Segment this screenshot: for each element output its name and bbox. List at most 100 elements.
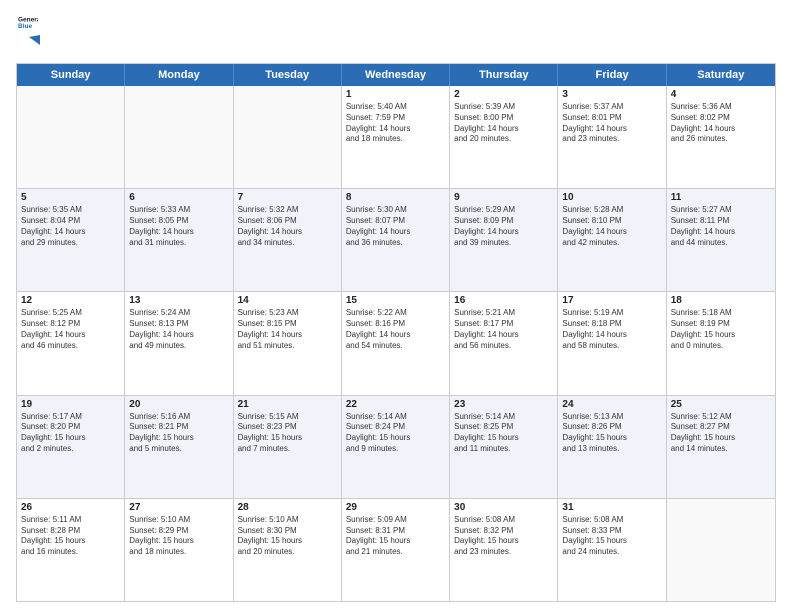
day-info: Sunrise: 5:28 AM Sunset: 8:10 PM Dayligh… (562, 205, 661, 248)
day-cell-3: 3Sunrise: 5:37 AM Sunset: 8:01 PM Daylig… (558, 86, 666, 188)
day-cell-28: 28Sunrise: 5:10 AM Sunset: 8:30 PM Dayli… (234, 499, 342, 601)
empty-cell (17, 86, 125, 188)
weekday-header-friday: Friday (558, 64, 666, 86)
day-number: 16 (454, 295, 553, 306)
day-number: 30 (454, 502, 553, 513)
empty-cell (667, 499, 775, 601)
weekday-header-sunday: Sunday (17, 64, 125, 86)
day-info: Sunrise: 5:14 AM Sunset: 8:24 PM Dayligh… (346, 412, 445, 455)
weekday-header-monday: Monday (125, 64, 233, 86)
day-cell-15: 15 Sunrise: 5:22 AM Sunset: 8:16 PM Dayli… (342, 292, 450, 394)
day-cell-1: 1Sunrise: 5:40 AM Sunset: 7:59 PM Daylig… (342, 86, 450, 188)
day-info: Sunrise: 5:23 AM Sunset: 8:15 PM Dayligh… (238, 308, 337, 351)
calendar-row-3: 19Sunrise: 5:17 AM Sunset: 8:20 PM Dayli… (17, 396, 775, 499)
day-number: 24 (562, 399, 661, 410)
day-cell-11: 11Sunrise: 5:27 AM Sunset: 8:11 PM Dayli… (667, 189, 775, 291)
day-info: Sunrise: 5:35 AM Sunset: 8:04 PM Dayligh… (21, 205, 120, 248)
calendar-row-1: 5 Sunrise: 5:35 AM Sunset: 8:04 PM Daylig… (17, 189, 775, 292)
day-cell-25: 25 Sunrise: 5:12 AM Sunset: 8:27 PM Dayli… (667, 396, 775, 498)
day-cell-23: 23 Sunrise: 5:14 AM Sunset: 8:25 PM Dayli… (450, 396, 558, 498)
day-number: 29 (346, 502, 445, 513)
day-info: Sunrise: 5:09 AM Sunset: 8:31 PM Dayligh… (346, 515, 445, 558)
day-cell-22: 22Sunrise: 5:14 AM Sunset: 8:24 PM Dayli… (342, 396, 450, 498)
day-cell-29: 29 Sunrise: 5:09 AM Sunset: 8:31 PM Dayli… (342, 499, 450, 601)
day-info: Sunrise: 5:30 AM Sunset: 8:07 PM Dayligh… (346, 205, 445, 248)
day-cell-31: 31 Sunrise: 5:08 AM Sunset: 8:33 PM Dayli… (558, 499, 666, 601)
day-info: Sunrise: 5:40 AM Sunset: 7:59 PM Dayligh… (346, 102, 445, 145)
day-cell-17: 17 Sunrise: 5:19 AM Sunset: 8:18 PM Dayli… (558, 292, 666, 394)
day-info: Sunrise: 5:14 AM Sunset: 8:25 PM Dayligh… (454, 412, 553, 455)
logo: General Blue (16, 12, 40, 55)
day-cell-26: 26 Sunrise: 5:11 AM Sunset: 8:28 PM Dayli… (17, 499, 125, 601)
day-number: 28 (238, 502, 337, 513)
day-cell-5: 5 Sunrise: 5:35 AM Sunset: 8:04 PM Daylig… (17, 189, 125, 291)
day-number: 3 (562, 89, 661, 100)
day-number: 15 (346, 295, 445, 306)
day-info: Sunrise: 5:25 AM Sunset: 8:12 PM Dayligh… (21, 308, 120, 351)
day-cell-7: 7 Sunrise: 5:32 AM Sunset: 8:06 PM Daylig… (234, 189, 342, 291)
day-info: Sunrise: 5:16 AM Sunset: 8:21 PM Dayligh… (129, 412, 228, 455)
day-cell-8: 8 Sunrise: 5:30 AM Sunset: 8:07 PM Daylig… (342, 189, 450, 291)
calendar-row-2: 12 Sunrise: 5:25 AM Sunset: 8:12 PM Dayli… (17, 292, 775, 395)
day-number: 14 (238, 295, 337, 306)
day-cell-4: 4Sunrise: 5:36 AM Sunset: 8:02 PM Daylig… (667, 86, 775, 188)
day-info: Sunrise: 5:19 AM Sunset: 8:18 PM Dayligh… (562, 308, 661, 351)
day-number: 9 (454, 192, 553, 203)
day-cell-30: 30Sunrise: 5:08 AM Sunset: 8:32 PM Dayli… (450, 499, 558, 601)
day-number: 23 (454, 399, 553, 410)
day-cell-14: 14 Sunrise: 5:23 AM Sunset: 8:15 PM Dayli… (234, 292, 342, 394)
day-cell-16: 16 Sunrise: 5:21 AM Sunset: 8:17 PM Dayli… (450, 292, 558, 394)
day-cell-27: 27 Sunrise: 5:10 AM Sunset: 8:29 PM Dayli… (125, 499, 233, 601)
day-info: Sunrise: 5:29 AM Sunset: 8:09 PM Dayligh… (454, 205, 553, 248)
day-cell-24: 24 Sunrise: 5:13 AM Sunset: 8:26 PM Dayli… (558, 396, 666, 498)
day-number: 5 (21, 192, 120, 203)
day-info: Sunrise: 5:21 AM Sunset: 8:17 PM Dayligh… (454, 308, 553, 351)
logo-icon: General Blue (18, 12, 38, 32)
day-number: 8 (346, 192, 445, 203)
day-number: 7 (238, 192, 337, 203)
day-info: Sunrise: 5:24 AM Sunset: 8:13 PM Dayligh… (129, 308, 228, 351)
calendar-row-0: 1Sunrise: 5:40 AM Sunset: 7:59 PM Daylig… (17, 86, 775, 189)
day-info: Sunrise: 5:11 AM Sunset: 8:28 PM Dayligh… (21, 515, 120, 558)
svg-text:General: General (18, 17, 38, 24)
day-info: Sunrise: 5:10 AM Sunset: 8:29 PM Dayligh… (129, 515, 228, 558)
day-info: Sunrise: 5:17 AM Sunset: 8:20 PM Dayligh… (21, 412, 120, 455)
weekday-header-wednesday: Wednesday (342, 64, 450, 86)
day-cell-2: 2Sunrise: 5:39 AM Sunset: 8:00 PM Daylig… (450, 86, 558, 188)
day-number: 27 (129, 502, 228, 513)
day-number: 18 (671, 295, 771, 306)
day-cell-19: 19Sunrise: 5:17 AM Sunset: 8:20 PM Dayli… (17, 396, 125, 498)
day-number: 31 (562, 502, 661, 513)
day-info: Sunrise: 5:08 AM Sunset: 8:33 PM Dayligh… (562, 515, 661, 558)
calendar-header: SundayMondayTuesdayWednesdayThursdayFrid… (17, 64, 775, 86)
day-number: 4 (671, 89, 771, 100)
day-cell-21: 21Sunrise: 5:15 AM Sunset: 8:23 PM Dayli… (234, 396, 342, 498)
header: General Blue (16, 12, 776, 55)
day-number: 2 (454, 89, 553, 100)
day-info: Sunrise: 5:12 AM Sunset: 8:27 PM Dayligh… (671, 412, 771, 455)
day-number: 20 (129, 399, 228, 410)
weekday-header-thursday: Thursday (450, 64, 558, 86)
day-cell-10: 10 Sunrise: 5:28 AM Sunset: 8:10 PM Dayli… (558, 189, 666, 291)
day-info: Sunrise: 5:33 AM Sunset: 8:05 PM Dayligh… (129, 205, 228, 248)
day-info: Sunrise: 5:32 AM Sunset: 8:06 PM Dayligh… (238, 205, 337, 248)
day-number: 12 (21, 295, 120, 306)
calendar-row-4: 26 Sunrise: 5:11 AM Sunset: 8:28 PM Dayli… (17, 499, 775, 601)
day-number: 25 (671, 399, 771, 410)
day-info: Sunrise: 5:22 AM Sunset: 8:16 PM Dayligh… (346, 308, 445, 351)
day-info: Sunrise: 5:13 AM Sunset: 8:26 PM Dayligh… (562, 412, 661, 455)
page: General Blue Sund (0, 0, 792, 612)
weekday-header-saturday: Saturday (667, 64, 775, 86)
day-cell-20: 20 Sunrise: 5:16 AM Sunset: 8:21 PM Dayli… (125, 396, 233, 498)
day-cell-9: 9 Sunrise: 5:29 AM Sunset: 8:09 PM Daylig… (450, 189, 558, 291)
day-number: 11 (671, 192, 771, 203)
svg-text:Blue: Blue (18, 23, 32, 30)
logo-bird-icon (18, 33, 40, 55)
day-number: 10 (562, 192, 661, 203)
day-cell-18: 18Sunrise: 5:18 AM Sunset: 8:19 PM Dayli… (667, 292, 775, 394)
day-cell-12: 12 Sunrise: 5:25 AM Sunset: 8:12 PM Dayli… (17, 292, 125, 394)
day-number: 13 (129, 295, 228, 306)
day-number: 26 (21, 502, 120, 513)
day-number: 17 (562, 295, 661, 306)
calendar-body: 1Sunrise: 5:40 AM Sunset: 7:59 PM Daylig… (17, 86, 775, 601)
